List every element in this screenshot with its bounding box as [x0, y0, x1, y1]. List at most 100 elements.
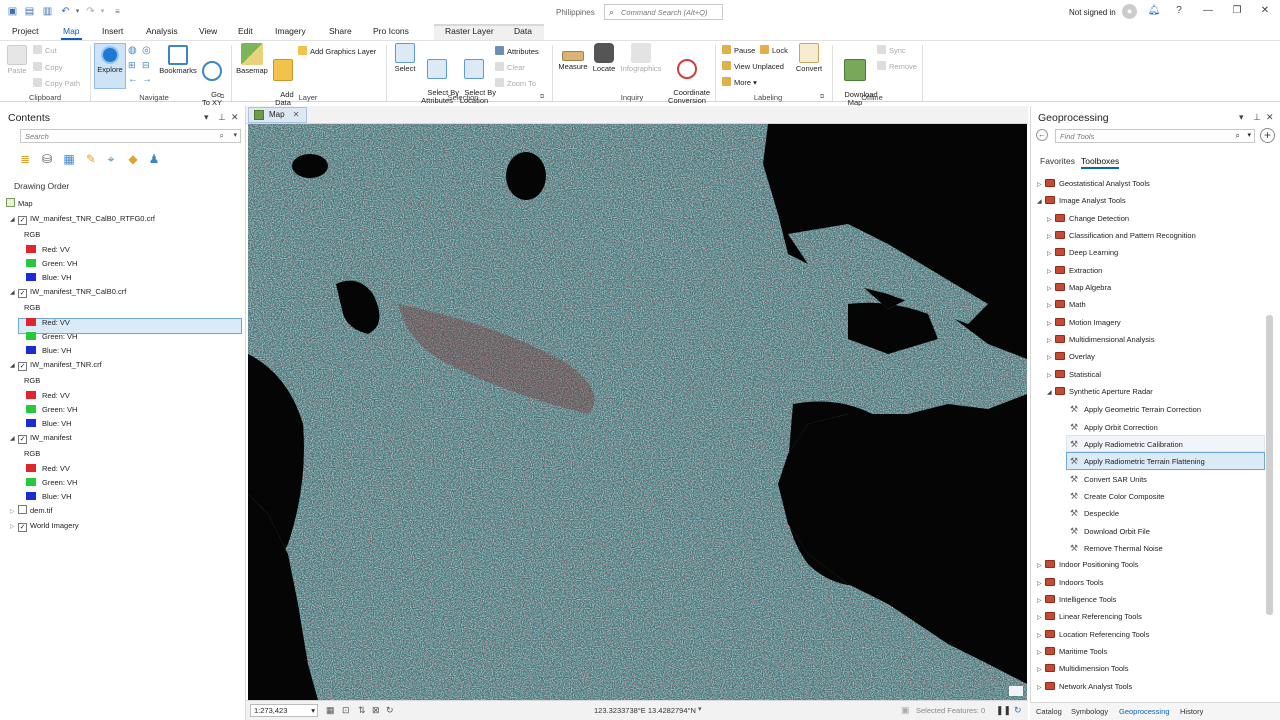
view-unplaced-button[interactable]: View Unplaced — [722, 61, 784, 71]
bookmarks-button[interactable]: Bookmarks — [157, 45, 199, 75]
fixed-zoom-icon[interactable]: ◎ — [142, 45, 151, 56]
layer-item[interactable]: ◢ ✓ IW_manifest_TNR.crf — [10, 358, 102, 372]
tab-view[interactable]: View — [199, 26, 217, 36]
toolbox-item[interactable]: ◢ Image Analyst Tools — [1037, 193, 1126, 209]
scrollbar[interactable] — [1266, 315, 1273, 615]
red-swatch[interactable] — [26, 391, 36, 399]
download-map-button[interactable]: Download Map — [836, 43, 878, 115]
blue-swatch[interactable] — [26, 346, 36, 354]
list-by-drawing-order-icon[interactable]: ≣ — [18, 152, 32, 166]
more-labeling-button[interactable]: More ▾ — [722, 77, 757, 87]
tab-map[interactable]: Map — [61, 26, 82, 40]
expand-triangle-icon[interactable]: ◢ — [10, 432, 18, 446]
blue-swatch[interactable] — [26, 492, 36, 500]
expand-triangle-icon[interactable]: ▷ — [10, 520, 18, 534]
tool-item[interactable]: ⚒ Apply Radiometric Calibration — [1070, 436, 1183, 452]
toolbox-item[interactable]: ▷ Map Algebra — [1047, 280, 1111, 296]
scale-dropdown[interactable]: 1:273,423 ▾ — [250, 704, 318, 717]
basemap-button[interactable]: Basemap — [236, 43, 268, 75]
expand-triangle-icon[interactable]: ▷ — [1037, 680, 1045, 696]
list-by-editing-icon[interactable]: ✎ — [84, 152, 98, 166]
close-window-button[interactable]: ✕ — [1258, 5, 1272, 16]
back-arrow-icon[interactable]: ← — [1036, 129, 1048, 141]
blue-swatch[interactable] — [26, 273, 36, 281]
toolbox-item[interactable]: ▷ Maritime Tools — [1037, 644, 1107, 660]
toolbox-item[interactable]: ▷ Multidimensional Analysis — [1047, 332, 1154, 348]
tab-share[interactable]: Share — [329, 26, 352, 36]
tab-map-view[interactable]: Map ✕ — [248, 107, 307, 123]
map-canvas[interactable] — [248, 124, 1027, 700]
tab-favorites[interactable]: Favorites — [1040, 156, 1075, 166]
paste-button[interactable]: Paste — [6, 45, 28, 75]
copy-path-button[interactable]: Copy Path — [33, 78, 80, 88]
find-tools-input[interactable]: Find Tools ⌕ ▾ — [1055, 129, 1255, 143]
expand-triangle-icon[interactable]: ▷ — [1037, 645, 1045, 661]
expand-triangle-icon[interactable]: ▷ — [1047, 298, 1055, 314]
toolbox-item[interactable]: ▷ Intelligence Tools — [1037, 592, 1116, 608]
undo-icon[interactable]: ↶ — [60, 6, 71, 17]
red-swatch[interactable] — [26, 318, 36, 326]
tab-edit[interactable]: Edit — [238, 26, 253, 36]
layer-visibility-checkbox[interactable]: ✓ — [18, 435, 27, 444]
lock-labeling-button[interactable]: Lock — [760, 45, 788, 55]
dialog-launcher-icon[interactable]: ⧉ — [220, 94, 224, 101]
tab-raster-layer[interactable]: Raster Layer — [445, 26, 494, 36]
grid-icon[interactable]: ▦ — [326, 705, 335, 716]
expand-triangle-icon[interactable]: ◢ — [10, 213, 18, 227]
previous-extent-icon[interactable]: ← — [128, 74, 138, 85]
infographics-button[interactable]: Infographics — [618, 43, 664, 73]
full-extent-icon[interactable]: ◍ — [128, 45, 137, 56]
list-by-snapping-icon[interactable]: ⌖ — [104, 152, 118, 166]
tab-analysis[interactable]: Analysis — [146, 26, 178, 36]
close-pane-icon[interactable]: ✕ — [1266, 112, 1274, 123]
layer-visibility-checkbox[interactable] — [18, 505, 27, 514]
tool-item[interactable]: ⚒ Create Color Composite — [1070, 488, 1164, 504]
green-swatch[interactable] — [26, 405, 36, 413]
extent-icon[interactable]: ⊡ — [342, 705, 350, 716]
tool-item[interactable]: ⚒ Apply Radiometric Terrain Flattening — [1070, 453, 1205, 469]
expand-triangle-icon[interactable]: ▷ — [1037, 610, 1045, 626]
locate-button[interactable]: Locate — [590, 43, 618, 73]
refresh-icon[interactable]: ↻ — [1014, 705, 1022, 716]
layer-visibility-checkbox[interactable]: ✓ — [18, 216, 27, 225]
expand-triangle-icon[interactable]: ▷ — [1037, 558, 1045, 574]
coordinate-conversion-button[interactable]: Coordinate Conversion — [665, 43, 710, 113]
toolbox-item[interactable]: ▷ Indoors Tools — [1037, 575, 1103, 591]
tool-item[interactable]: ⚒ Download Orbit File — [1070, 523, 1150, 539]
toolbox-item[interactable]: ▷ Multidimension Tools — [1037, 661, 1128, 677]
go-to-xy-button[interactable]: Go To XY — [200, 45, 224, 115]
expand-triangle-icon[interactable]: ▷ — [1037, 177, 1045, 193]
minimize-button[interactable]: — — [1201, 5, 1215, 16]
expand-triangle-icon[interactable]: ▷ — [1037, 576, 1045, 592]
expand-triangle-icon[interactable]: ▷ — [1047, 350, 1055, 366]
toolbox-item[interactable]: ▷ Linear Referencing Tools — [1037, 609, 1142, 625]
toolbox-item[interactable]: ◢ Synthetic Aperture Radar — [1047, 384, 1153, 400]
tool-item[interactable]: ⚒ Remove Thermal Noise — [1070, 540, 1163, 556]
expand-triangle-icon[interactable]: ▷ — [1037, 662, 1045, 678]
maximize-button[interactable]: ❐ — [1230, 5, 1244, 16]
map-node[interactable]: Map — [6, 197, 33, 211]
toolbox-item[interactable]: ▷ Math — [1047, 297, 1086, 313]
pin-icon[interactable]: ⊥ — [218, 112, 226, 123]
sync-button[interactable]: Sync — [877, 45, 906, 55]
pause-drawing-icon[interactable]: ❚❚ — [996, 705, 1011, 716]
expand-triangle-icon[interactable]: ▷ — [1037, 593, 1045, 609]
select-by-location-button[interactable]: Select By Location — [456, 43, 496, 113]
select-by-attributes-button[interactable]: Select By Attributes — [419, 43, 459, 113]
notification-icon[interactable]: 🔔︎ — [1147, 5, 1161, 16]
measure-button[interactable]: Measure — [556, 43, 590, 71]
expand-triangle-icon[interactable]: ▷ — [1047, 264, 1055, 280]
green-swatch[interactable] — [26, 478, 36, 486]
attributes-button[interactable]: Attributes — [495, 46, 539, 56]
layer-item[interactable]: ◢ ✓ IW_manifest — [10, 431, 72, 445]
select-button[interactable]: Select — [391, 43, 419, 73]
chevron-down-icon[interactable]: ▾ — [698, 705, 702, 713]
add-data-button[interactable]: Add Data — [270, 43, 296, 115]
dialog-launcher-icon[interactable]: ⧉ — [820, 94, 824, 101]
help-button[interactable]: ? — [1172, 5, 1186, 16]
refresh-display-icon[interactable]: ↻ — [386, 705, 394, 716]
layer-item[interactable]: ◢ ✓ IW_manifest_TNR_CalB0_RTFG0.crf — [10, 212, 155, 226]
rotation-icon[interactable]: ⊠ — [372, 705, 380, 716]
expand-triangle-icon[interactable]: ▷ — [1047, 212, 1055, 228]
zoom-in-icon[interactable]: ⊞ — [128, 60, 136, 71]
